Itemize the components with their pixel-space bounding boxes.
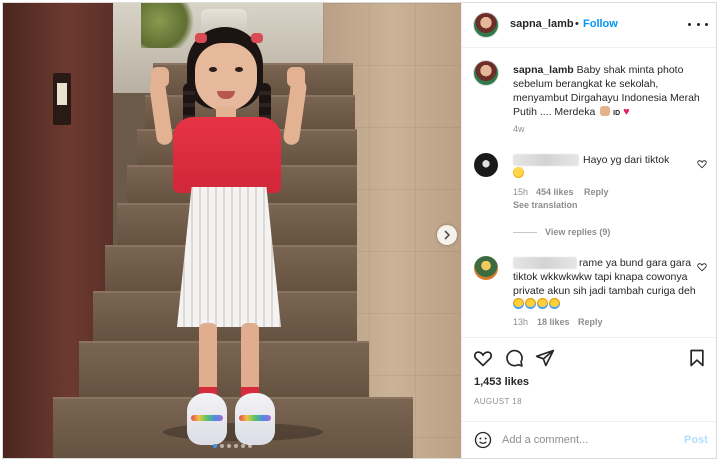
comment-like-icon[interactable] xyxy=(697,159,707,169)
comment-time: 15h xyxy=(513,187,529,197)
author-username[interactable]: sapna_lamb xyxy=(510,18,574,30)
chevron-right-icon xyxy=(444,230,451,240)
red-heart-emoji: ♥ xyxy=(623,106,630,118)
share-icon[interactable] xyxy=(535,348,555,368)
caption: sapna_lamb Baby shak minta photo sebelum… xyxy=(513,63,709,121)
comment-like-icon[interactable] xyxy=(697,262,707,272)
photo-child xyxy=(121,23,331,453)
flexed-biceps-emoji xyxy=(600,106,611,116)
like-count[interactable]: 1,453 likes xyxy=(474,376,529,388)
carousel-dots xyxy=(213,444,252,448)
comment-text: Hayo yg dari tiktok xyxy=(583,154,670,166)
loudly-crying-emoji xyxy=(549,298,560,309)
more-options-icon[interactable] xyxy=(688,16,708,32)
caption-author-avatar[interactable] xyxy=(474,61,498,85)
post-date[interactable]: AUGUST 18 xyxy=(474,397,522,406)
post-side-panel: sapna_lamb • Follow sapna_lamb Baby shak… xyxy=(461,3,716,458)
loudly-crying-emoji xyxy=(513,298,524,309)
grinning-emoji xyxy=(513,167,524,178)
caption-age: 4w xyxy=(513,124,525,134)
add-comment-bar: Post xyxy=(462,421,716,459)
header-separator: • xyxy=(575,18,579,30)
comment-reply-button[interactable]: Reply xyxy=(584,187,609,197)
comment-likes[interactable]: 18 likes xyxy=(537,317,570,327)
post-comment-button[interactable]: Post xyxy=(684,434,708,446)
comment-text: rame ya bund gara gara tiktok wkkwkwkw t… xyxy=(513,256,696,312)
commenter-username-redacted[interactable] xyxy=(513,154,579,166)
comment-icon[interactable] xyxy=(504,348,524,368)
carousel-dot[interactable] xyxy=(248,444,252,448)
comment-likes[interactable]: 454 likes xyxy=(536,187,574,197)
post-photo[interactable] xyxy=(3,3,461,458)
comment-emoji xyxy=(513,167,525,181)
caption-author[interactable]: sapna_lamb xyxy=(513,64,574,76)
carousel-dot[interactable] xyxy=(213,444,217,448)
view-replies-button[interactable]: View replies (9) xyxy=(545,227,610,237)
carousel-dot[interactable] xyxy=(241,444,245,448)
author-avatar[interactable] xyxy=(474,13,498,37)
commenter-avatar[interactable] xyxy=(474,153,498,177)
carousel-dot[interactable] xyxy=(227,444,231,448)
carousel-next-button[interactable] xyxy=(437,225,457,245)
loudly-crying-emoji xyxy=(525,298,536,309)
post-header: sapna_lamb • Follow xyxy=(462,3,716,48)
see-translation-link[interactable]: See translation xyxy=(513,200,578,210)
view-replies-line xyxy=(513,232,537,233)
comment-time: 13h xyxy=(513,317,529,327)
bookmark-icon[interactable] xyxy=(687,348,707,368)
carousel-dot[interactable] xyxy=(220,444,224,448)
post-actions xyxy=(462,337,716,378)
heart-icon[interactable] xyxy=(473,348,493,368)
emoji-icon[interactable] xyxy=(474,431,492,449)
add-comment-input[interactable] xyxy=(502,432,672,448)
follow-button[interactable]: Follow xyxy=(583,18,618,30)
comment-reply-button[interactable]: Reply xyxy=(578,317,603,327)
loudly-crying-emoji xyxy=(537,298,548,309)
carousel-dot[interactable] xyxy=(234,444,238,448)
caption-id-flag: ID xyxy=(613,110,621,117)
commenter-avatar[interactable] xyxy=(474,256,498,280)
